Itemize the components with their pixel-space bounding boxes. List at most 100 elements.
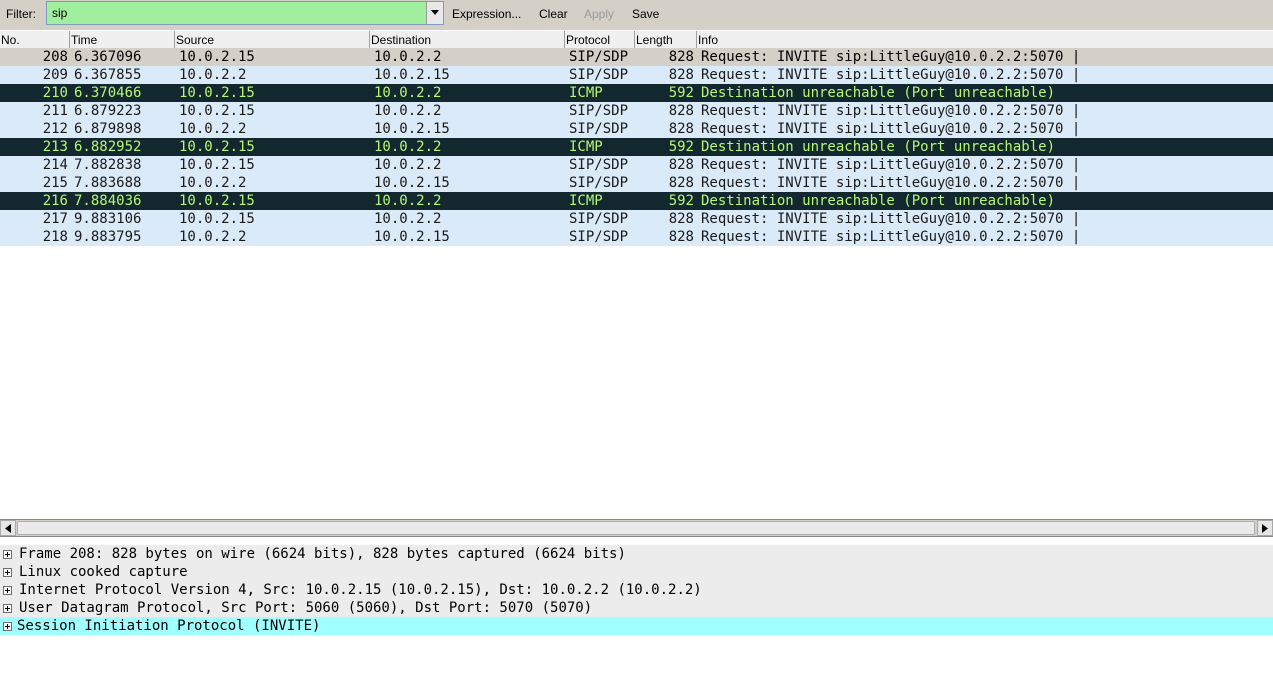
column-header-info[interactable]: Info [697,31,1273,48]
cell-time: 6.370466 [74,85,142,101]
apply-button[interactable]: Apply [584,7,614,21]
cell-destination: 10.0.2.15 [374,229,450,245]
cell-no: 213 [42,139,68,155]
column-header-protocol[interactable]: Protocol [565,31,635,48]
packet-row[interactable]: 213 6.882952 10.0.2.15 10.0.2.2 ICMP 592 Desti… [0,138,1273,156]
cell-protocol: SIP/SDP [569,175,629,191]
arrow-right-icon [1262,524,1268,533]
cell-protocol: SIP/SDP [569,103,629,119]
cell-protocol: SIP/SDP [569,229,629,245]
cell-no: 214 [42,157,68,173]
chevron-down-icon [431,10,439,15]
packet-row[interactable]: 215 7.883688 10.0.2.2 10.0.2.15 SIP/SDP 828 Re… [0,174,1273,192]
detail-row-linux-cooked[interactable]: Linux cooked capture [0,563,1273,581]
packet-row[interactable]: 208 6.367096 10.0.2.15 10.0.2.2 SIP/SDP 828 Re… [0,48,1273,66]
cell-length: 828 [668,175,694,191]
cell-info: Destination unreachable (Port unreachabl… [701,193,1056,209]
packet-row[interactable]: 209 6.367855 10.0.2.2 10.0.2.15 SIP/SDP 828 Re… [0,66,1273,84]
cell-info: Request: INVITE sip:LittleGuy@10.0.2.2:5… [701,103,1081,119]
column-header-length[interactable]: Length [635,31,697,48]
cell-destination: 10.0.2.2 [374,139,442,155]
cell-source: 10.0.2.2 [179,67,247,83]
cell-time: 6.367855 [74,67,142,83]
cell-info: Destination unreachable (Port unreachabl… [701,139,1056,155]
cell-destination: 10.0.2.2 [374,211,442,227]
packet-row[interactable]: 216 7.884036 10.0.2.15 10.0.2.2 ICMP 592 Desti… [0,192,1273,210]
detail-row-frame[interactable]: Frame 208: 828 bytes on wire (6624 bits)… [0,545,1273,563]
cell-info: Destination unreachable (Port unreachabl… [701,85,1056,101]
cell-length: 828 [668,49,694,65]
cell-destination: 10.0.2.2 [374,49,442,65]
cell-protocol: ICMP [569,139,603,155]
cell-no: 210 [42,85,68,101]
cell-time: 7.882838 [74,157,142,173]
filter-input[interactable] [47,2,425,24]
plus-box-icon[interactable] [3,550,12,559]
cell-protocol: SIP/SDP [569,49,629,65]
scroll-right-button[interactable] [1257,520,1273,536]
cell-time: 9.883106 [74,211,142,227]
cell-length: 828 [668,157,694,173]
detail-row-udp[interactable]: User Datagram Protocol, Src Port: 5060 (… [0,599,1273,617]
cell-destination: 10.0.2.15 [374,121,450,137]
cell-source: 10.0.2.15 [179,49,255,65]
cell-source: 10.0.2.2 [179,121,247,137]
scrollbar-thumb[interactable] [17,521,1255,535]
cell-no: 208 [42,49,68,65]
packet-row[interactable]: 218 9.883795 10.0.2.2 10.0.2.15 SIP/SDP 828 Re… [0,228,1273,246]
cell-destination: 10.0.2.15 [374,175,450,191]
packet-row[interactable]: 212 6.879898 10.0.2.2 10.0.2.15 SIP/SDP 828 Re… [0,120,1273,138]
cell-info: Request: INVITE sip:LittleGuy@10.0.2.2:5… [701,121,1081,137]
cell-no: 212 [42,121,68,137]
column-header-time[interactable]: Time [70,31,175,48]
plus-box-icon[interactable] [3,568,12,577]
filter-label: Filter: [6,7,36,21]
cell-destination: 10.0.2.2 [374,193,442,209]
cell-info: Request: INVITE sip:LittleGuy@10.0.2.2:5… [701,175,1081,191]
plus-box-icon[interactable] [3,586,12,595]
cell-length: 828 [668,121,694,137]
packet-row[interactable]: 217 9.883106 10.0.2.15 10.0.2.2 SIP/SDP 828 Re… [0,210,1273,228]
column-header-destination[interactable]: Destination [370,31,565,48]
detail-label: Linux cooked capture [19,564,188,580]
cell-info: Request: INVITE sip:LittleGuy@10.0.2.2:5… [701,49,1081,65]
cell-length: 828 [668,103,694,119]
column-header-source[interactable]: Source [175,31,370,48]
horizontal-scrollbar[interactable] [0,519,1273,537]
packet-details-tree: Frame 208: 828 bytes on wire (6624 bits)… [0,545,1273,635]
packet-row[interactable]: 210 6.370466 10.0.2.15 10.0.2.2 ICMP 592 Desti… [0,84,1273,102]
cell-info: Request: INVITE sip:LittleGuy@10.0.2.2:5… [701,229,1081,245]
detail-row-sip[interactable]: Session Initiation Protocol (INVITE) [0,617,1273,635]
detail-label: Internet Protocol Version 4, Src: 10.0.2… [19,582,702,598]
cell-info: Request: INVITE sip:LittleGuy@10.0.2.2:5… [701,157,1081,173]
cell-time: 6.879223 [74,103,142,119]
cell-info: Request: INVITE sip:LittleGuy@10.0.2.2:5… [701,211,1081,227]
column-header-no[interactable]: No. [0,31,70,48]
expression-button[interactable]: Expression... [452,7,521,21]
packet-row[interactable]: 211 6.879223 10.0.2.15 10.0.2.2 SIP/SDP 828 Re… [0,102,1273,120]
cell-destination: 10.0.2.15 [374,67,450,83]
cell-length: 592 [668,193,694,209]
cell-source: 10.0.2.15 [179,139,255,155]
filter-dropdown-button[interactable] [426,2,443,24]
cell-protocol: ICMP [569,85,603,101]
detail-row-ipv4[interactable]: Internet Protocol Version 4, Src: 10.0.2… [0,581,1273,599]
packet-row[interactable]: 214 7.882838 10.0.2.15 10.0.2.2 SIP/SDP 828 Re… [0,156,1273,174]
detail-label: Session Initiation Protocol (INVITE) [17,617,321,635]
cell-protocol: SIP/SDP [569,211,629,227]
cell-no: 215 [42,175,68,191]
plus-box-icon[interactable] [3,622,12,631]
clear-button[interactable]: Clear [539,7,568,21]
save-button[interactable]: Save [632,7,659,21]
cell-no: 217 [42,211,68,227]
filter-combobox[interactable] [46,1,444,25]
cell-length: 592 [668,85,694,101]
plus-box-icon[interactable] [3,604,12,613]
cell-length: 828 [668,67,694,83]
cell-no: 211 [42,103,68,119]
cell-source: 10.0.2.15 [179,157,255,173]
scroll-left-button[interactable] [0,520,16,536]
packet-list: 208 6.367096 10.0.2.15 10.0.2.2 SIP/SDP 828 Re… [0,48,1273,246]
cell-no: 218 [42,229,68,245]
cell-source: 10.0.2.2 [179,229,247,245]
